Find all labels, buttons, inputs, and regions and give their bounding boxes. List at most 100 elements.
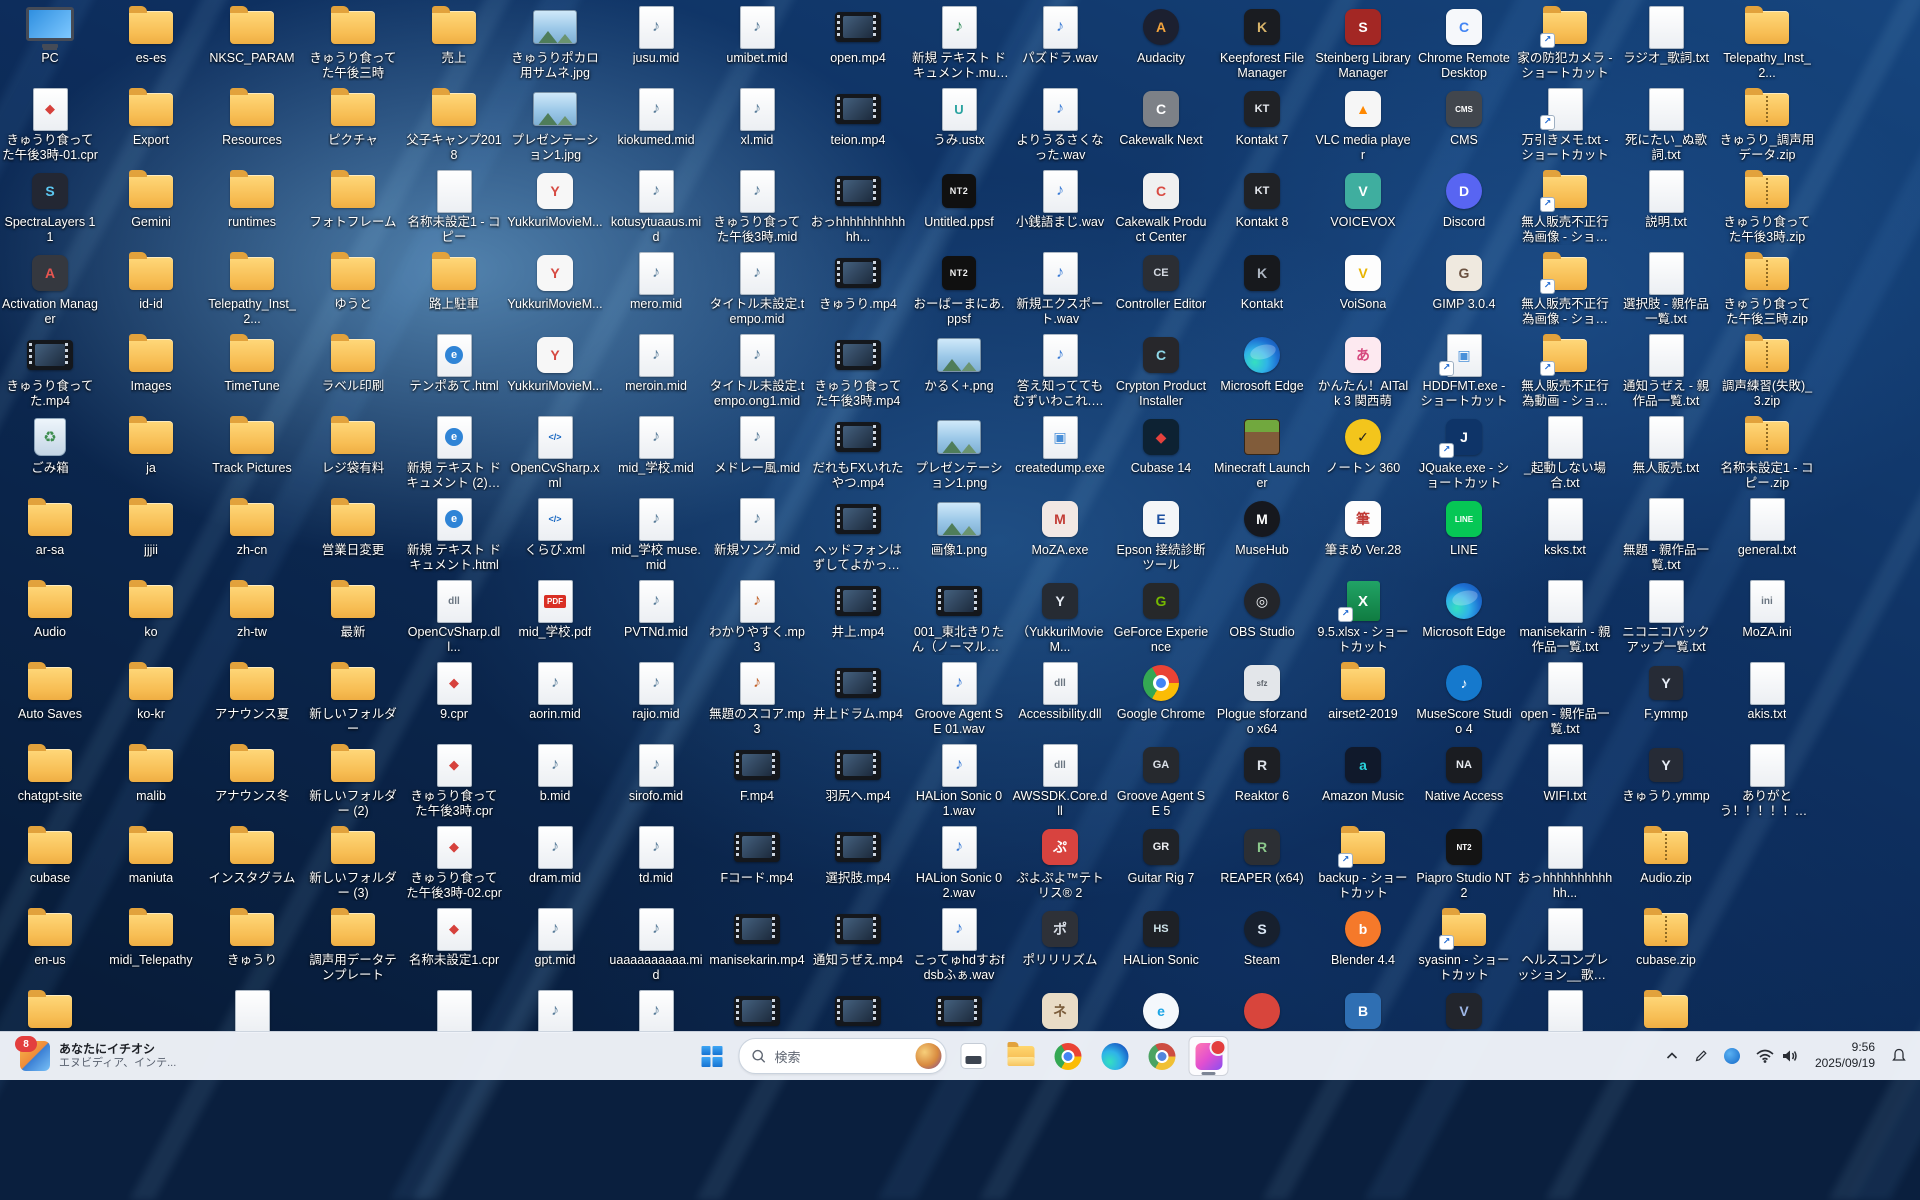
desktop-icon[interactable]: 名称未設定1 - コピー — [406, 170, 502, 245]
desktop-icon[interactable]: aAmazon Music — [1315, 744, 1411, 804]
desktop-icon[interactable]: iniMoZA.ini — [1719, 580, 1815, 640]
desktop-icon[interactable]: きゅうり食ってた午後三時.zip — [1719, 252, 1815, 327]
desktop-icon[interactable]: プレゼンテーション1.jpg — [507, 88, 603, 163]
desktop-icon[interactable]: きゅうり食ってた午後3時.mp4 — [810, 334, 906, 409]
desktop-icon[interactable]: ↗syasinn - ショートカット — [1416, 908, 1512, 983]
desktop-icon[interactable]: ♪HALion Sonic 01.wav — [911, 744, 1007, 819]
desktop-icon[interactable]: HSHALion Sonic — [1113, 908, 1209, 968]
desktop-icon[interactable]: manisekarin - 親作品一覧.txt — [1517, 580, 1613, 655]
desktop-icon[interactable] — [204, 990, 300, 1035]
desktop-icon[interactable]: 筆筆まめ Ver.28 — [1315, 498, 1411, 558]
desktop-icon[interactable]: NANative Access — [1416, 744, 1512, 804]
desktop-icon[interactable] — [2, 990, 98, 1035]
desktop-icon[interactable]: ◆Cubase 14 — [1113, 416, 1209, 476]
desktop-icon[interactable]: きゅうり — [204, 908, 300, 968]
desktop-icon[interactable]: 井上.mp4 — [810, 580, 906, 640]
tray-expand-button[interactable] — [1659, 1038, 1685, 1074]
desktop-icon[interactable]: おっhhhhhhhhhhhh... — [1517, 826, 1613, 901]
desktop-icon[interactable]: midi_Telepathy — [103, 908, 199, 968]
desktop-icon[interactable]: Telepathy_Inst_2... — [204, 252, 300, 327]
desktop-icon[interactable]: 無人販売.txt — [1618, 416, 1714, 476]
desktop-icon[interactable]: ♪新規ソング.mid — [709, 498, 805, 558]
desktop-icon[interactable]: だれもFXいれたやつ.mp4 — [810, 416, 906, 491]
desktop-icon[interactable]: ♪kotusytuaaus.mid — [608, 170, 704, 245]
desktop-icon[interactable]: SSteam — [1214, 908, 1310, 968]
desktop-icon[interactable]: ◆きゅうり食ってた午後3時-02.cpr — [406, 826, 502, 901]
desktop-icon[interactable]: teion.mp4 — [810, 88, 906, 148]
desktop-icon[interactable]: AAudacity — [1113, 6, 1209, 66]
desktop-icon[interactable]: 最新 — [305, 580, 401, 640]
desktop-icon[interactable]: es-es — [103, 6, 199, 66]
desktop-icon[interactable]: YF.ymmp — [1618, 662, 1714, 722]
desktop-icon[interactable]: ぷぷよぷよ™テトリス® 2 — [1012, 826, 1108, 901]
desktop-icon[interactable]: ♪dram.mid — [507, 826, 603, 886]
desktop-icon[interactable]: dllAWSSDK.Core.dll — [1012, 744, 1108, 819]
desktop-icon[interactable]: きゅうり食ってた午後三時 — [305, 6, 401, 81]
desktop-icon[interactable]: _起動しない場合.txt — [1517, 416, 1613, 491]
desktop-icon[interactable]: LINELINE — [1416, 498, 1512, 558]
desktop-icon[interactable]: KTKontakt 8 — [1214, 170, 1310, 230]
desktop-icon[interactable]: ksks.txt — [1517, 498, 1613, 558]
desktop-icon[interactable]: CEController Editor — [1113, 252, 1209, 312]
desktop-icon[interactable]: 通知うぜえ.mp4 — [810, 908, 906, 968]
desktop-icon[interactable]: dllAccessibility.dll — [1012, 662, 1108, 722]
desktop-icon[interactable]: CMSCMS — [1416, 88, 1512, 148]
desktop-icon[interactable]: akis.txt — [1719, 662, 1815, 722]
desktop-icon[interactable]: RReaktor 6 — [1214, 744, 1310, 804]
desktop-icon[interactable]: ◆きゅうり食ってた午後3時-01.cpr — [2, 88, 98, 163]
desktop-icon[interactable]: きゅうりポカロ用サムネ.jpg — [507, 6, 603, 81]
desktop-icon[interactable]: ◎OBS Studio — [1214, 580, 1310, 640]
desktop-icon[interactable]: ネ — [1012, 990, 1108, 1035]
desktop-icon[interactable]: ラジオ_歌詞.txt — [1618, 6, 1714, 66]
desktop-icon[interactable]: open.mp4 — [810, 6, 906, 66]
desktop-icon[interactable]: chatgpt-site — [2, 744, 98, 804]
desktop-icon[interactable]: ▲VLC media player — [1315, 88, 1411, 163]
tray-cloud-button[interactable] — [1717, 1038, 1747, 1074]
desktop-icon[interactable]: jjjii — [103, 498, 199, 558]
desktop-icon[interactable]: GAGroove Agent SE 5 — [1113, 744, 1209, 819]
desktop-icon[interactable]: Uうみ.ustx — [911, 88, 1007, 148]
desktop-icon[interactable]: 説明.txt — [1618, 170, 1714, 230]
desktop-icon[interactable]: NKSC_PARAM — [204, 6, 300, 66]
chrome-button[interactable] — [1048, 1036, 1088, 1076]
desktop-icon[interactable]: GGeForce Experience — [1113, 580, 1209, 655]
desktop-icon[interactable]: ♪meroin.mid — [608, 334, 704, 394]
desktop-icon[interactable]: general.txt — [1719, 498, 1815, 558]
active-app-button[interactable] — [1189, 1036, 1229, 1076]
desktop-icon[interactable]: ✓ノートン 360 — [1315, 416, 1411, 476]
desktop-icon[interactable]: AActivation Manager — [2, 252, 98, 327]
desktop-icon[interactable]: 調声用データテンプレート — [305, 908, 401, 983]
desktop-icon[interactable]: KTKontakt 7 — [1214, 88, 1310, 148]
desktop-icon[interactable]: eテンポあて.html — [406, 334, 502, 394]
desktop-icon[interactable]: ko — [103, 580, 199, 640]
desktop-icon[interactable]: ♪mid_学校.mid — [608, 416, 704, 476]
desktop-icon[interactable]: Track Pictures — [204, 416, 300, 476]
desktop-icon[interactable]: zh-tw — [204, 580, 300, 640]
desktop-icon[interactable]: ar-sa — [2, 498, 98, 558]
desktop-icon[interactable] — [406, 990, 502, 1035]
desktop-icon[interactable] — [1214, 990, 1310, 1035]
desktop-icon[interactable]: RREAPER (x64) — [1214, 826, 1310, 886]
desktop-icon[interactable]: SSpectraLayers 11 — [2, 170, 98, 245]
desktop-icon[interactable]: ◆きゅうり食ってた午後3時.cpr — [406, 744, 502, 819]
desktop-icon[interactable]: NT2Untitled.ppsf — [911, 170, 1007, 230]
desktop-icon[interactable]: ♪Groove Agent SE 01.wav — [911, 662, 1007, 737]
desktop-icon[interactable]: Fコード.mp4 — [709, 826, 805, 886]
desktop-icon[interactable]: 新しいフォルダー — [305, 662, 401, 737]
desktop-icon[interactable]: ♪こってゅhdすおfdsbふぁ.wav — [911, 908, 1007, 983]
desktop-icon[interactable]: ♪aorin.mid — [507, 662, 603, 722]
desktop-icon[interactable]: cubase — [2, 826, 98, 886]
desktop-icon[interactable]: 無題 - 親作品一覧.txt — [1618, 498, 1714, 573]
desktop-icon[interactable]: ♪新規エクスポート.wav — [1012, 252, 1108, 327]
desktop-icon[interactable]: bBlender 4.4 — [1315, 908, 1411, 968]
desktop-icon[interactable]: e — [1113, 990, 1209, 1035]
desktop-icon[interactable]: </>くらび.xml — [507, 498, 603, 558]
desktop-icon[interactable]: EEpson 接続診断ツール — [1113, 498, 1209, 573]
desktop-icon[interactable]: きゅうり食ってた.mp4 — [2, 334, 98, 409]
desktop-icon[interactable]: ↗家の防犯カメラ - ショートカット — [1517, 6, 1613, 81]
desktop-icon[interactable]: KKontakt — [1214, 252, 1310, 312]
desktop-icon[interactable]: アナウンス夏 — [204, 662, 300, 722]
desktop-icon[interactable]: ヘルスコンプレッション__歌詞.txt — [1517, 908, 1613, 983]
desktop-icon[interactable]: ♪わかりやすく.mp3 — [709, 580, 805, 655]
desktop-icon[interactable]: Audio.zip — [1618, 826, 1714, 886]
